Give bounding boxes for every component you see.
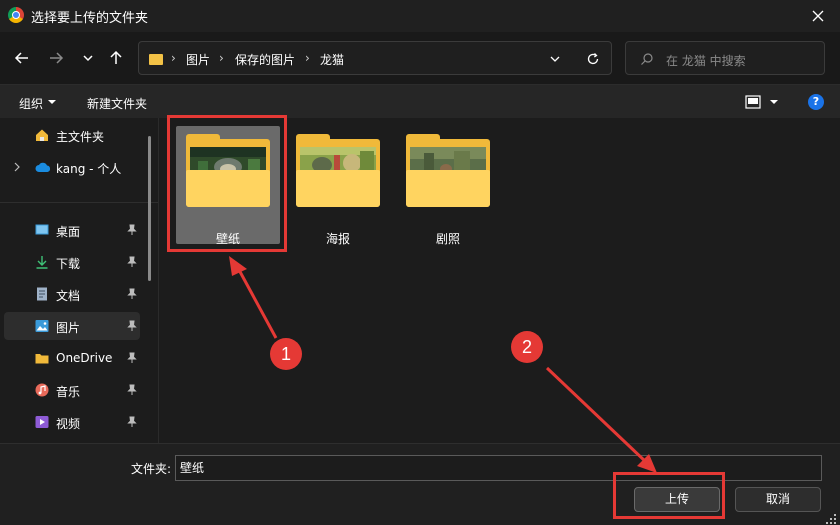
sidebar-item-pictures[interactable]: 图片 [4,312,140,340]
video-icon [35,416,49,428]
folder-tile-posters[interactable]: 海报 [286,126,390,246]
navigation-pane: 主文件夹 kang - 个人 桌面 下载 文档 图片 OneDrive 音乐 视… [0,118,160,443]
home-icon [36,129,48,141]
sidebar-item-desktop[interactable]: 桌面 [4,216,140,244]
window-title: 选择要上传的文件夹 [31,11,149,26]
back-arrow-icon[interactable] [12,48,32,68]
search-box[interactable]: 在 龙猫 中搜索 [625,41,825,75]
organize-chevron-icon[interactable] [47,98,57,106]
breadcrumb-item[interactable]: 保存的图片 [235,51,295,68]
sidebar-item-home[interactable]: 主文件夹 [4,121,140,149]
folder-front [406,170,490,207]
download-icon [36,256,48,269]
forward-arrow-icon[interactable] [46,48,66,68]
expand-chevron-icon[interactable] [13,162,21,172]
refresh-icon[interactable] [585,51,601,67]
pin-icon[interactable] [127,256,137,268]
annotation-step-2-badge: 2 [511,331,543,363]
desktop-icon [35,224,49,235]
sidebar-item-label: 主文件夹 [56,130,105,144]
document-icon [37,287,47,301]
breadcrumb-separator-icon: › [171,51,176,65]
up-arrow-icon[interactable] [106,48,126,68]
sidebar-item-label: 视频 [56,417,81,431]
breadcrumb-item[interactable]: 龙猫 [320,51,344,68]
chrome-icon [8,7,24,23]
help-icon[interactable]: ? [808,94,824,110]
sidebar-item-label: 下载 [56,257,81,271]
sidebar-item-music[interactable]: 音乐 [4,376,140,404]
pin-icon[interactable] [127,416,137,428]
sidebar-item-onedrive[interactable]: OneDrive [4,344,140,372]
address-bar[interactable]: › 图片 › 保存的图片 › 龙猫 [138,41,612,75]
breadcrumb-item[interactable]: 图片 [186,51,210,68]
sidebar-item-label: 桌面 [56,225,81,239]
view-mode-chevron-icon[interactable] [769,98,779,106]
command-bar: 组织 新建文件夹 ? [0,84,840,118]
view-mode-icon[interactable] [745,95,761,109]
sidebar-scrollbar[interactable] [148,136,151,281]
sidebar-item-label: OneDrive [56,351,113,365]
pictures-icon [35,320,49,332]
pin-icon[interactable] [127,288,137,300]
resize-grip-icon[interactable] [826,512,838,524]
annotation-highlight-upload [613,472,725,519]
sidebar-item-videos[interactable]: 视频 [4,408,140,436]
sidebar-item-documents[interactable]: 文档 [4,280,140,308]
music-icon [35,383,49,397]
title-bar: 选择要上传的文件夹 [0,0,840,32]
pin-icon[interactable] [127,224,137,236]
pin-icon[interactable] [127,352,137,364]
address-dropdown-chevron-icon[interactable] [547,51,563,67]
recent-locations-chevron-icon[interactable] [78,48,98,68]
annotation-step-1-badge: 1 [270,338,302,370]
pin-icon[interactable] [127,320,137,332]
folder-icon [35,354,49,364]
new-folder-button[interactable]: 新建文件夹 [87,95,147,112]
pane-divider [158,118,159,443]
breadcrumb-separator-icon: › [219,51,224,65]
folder-icon [149,54,163,65]
folder-name: 剧照 [435,232,460,246]
sidebar-item-label: 音乐 [56,385,81,399]
folder-name-label: 文件夹: [131,462,172,476]
organize-menu-button[interactable]: 组织 [19,95,43,112]
sidebar-item-label: 文档 [56,289,81,303]
sidebar-item-label: 图片 [56,321,81,335]
sidebar-item-onedrive-personal[interactable]: kang - 个人 [4,153,140,181]
cancel-button[interactable]: 取消 [735,487,821,512]
sidebar-item-label: kang - 个人 [56,162,122,176]
sidebar-divider [0,202,158,203]
breadcrumb-separator-icon: › [305,51,310,65]
folder-name: 海报 [325,232,350,246]
search-icon [641,53,653,65]
pin-icon[interactable] [127,384,137,396]
close-icon[interactable] [808,6,828,26]
folder-front [296,170,380,207]
navigation-bar: › 图片 › 保存的图片 › 龙猫 在 龙猫 中搜索 [0,32,840,84]
sidebar-item-downloads[interactable]: 下载 [4,248,140,276]
search-placeholder: 在 龙猫 中搜索 [666,54,746,68]
folder-tile-stills[interactable]: 剧照 [396,126,500,246]
onedrive-cloud-icon [35,162,51,172]
annotation-highlight-folder [167,115,287,252]
